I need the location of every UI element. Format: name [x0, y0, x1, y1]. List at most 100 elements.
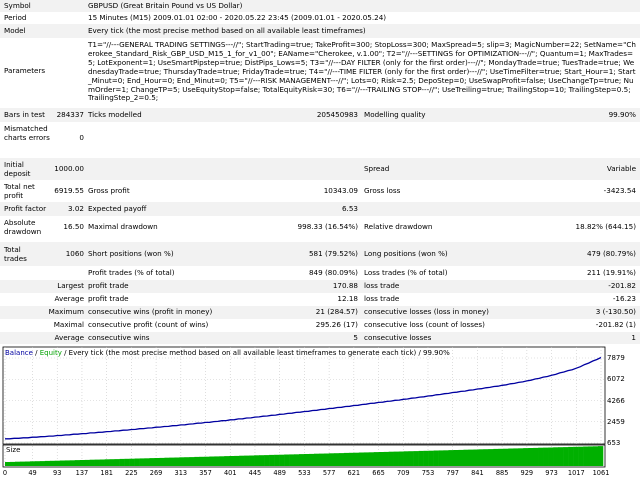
- average-profit-value: 12.18: [337, 294, 358, 303]
- maxwins-label: consecutive wins (profit in money): [88, 307, 213, 316]
- short-label: Short positions (won %): [88, 249, 174, 258]
- maxloss-value: -201.82 (1): [595, 320, 636, 329]
- maxloss-label: consecutive loss (count of losses): [364, 320, 485, 329]
- y-tick-label: 6072: [607, 375, 625, 384]
- symbol-label: Symbol: [4, 1, 31, 10]
- row-deposit: Initial deposit 1000.00 Spread Variable: [0, 158, 640, 180]
- reldd-label: Relative drawdown: [364, 222, 433, 231]
- symbol-value: GBPUSD (Great Britain Pound vs US Dollar…: [88, 1, 243, 10]
- payoff-value: 6.53: [341, 204, 358, 213]
- row-largest: Largest profit trade 170.88 loss trade -…: [0, 280, 640, 293]
- model-value: Every tick (the most precise method base…: [88, 26, 366, 35]
- row-mismatched: Mismatched charts errors 0: [0, 122, 640, 154]
- average-profit-label: profit trade: [88, 294, 129, 303]
- spread-label: Spread: [364, 164, 390, 173]
- avgwins-label: consecutive wins: [88, 333, 150, 342]
- largest-label: Largest: [57, 281, 84, 290]
- netprofit-label: Total net profit: [4, 182, 35, 200]
- average-loss-label: loss trade: [364, 294, 400, 303]
- row-symbol: Symbol GBPUSD (Great Britain Pound vs US…: [0, 0, 640, 12]
- largest-loss-label: loss trade: [364, 281, 400, 290]
- grossprofit-label: Gross profit: [88, 186, 130, 195]
- row-proftrades: Profit trades (% of total) 849 (80.09%) …: [0, 266, 640, 280]
- parameters-value: T1="//---GENERAL TRADING SETTINGS---//";…: [88, 40, 636, 103]
- row-trades: Total trades 1060 Short positions (won %…: [0, 242, 640, 266]
- trades-label: Total trades: [4, 245, 27, 263]
- maxprofit-value: 295.26 (17): [315, 320, 358, 329]
- ticks-value: 205450983: [316, 110, 358, 119]
- row-model: Model Every tick (the most precise metho…: [0, 24, 640, 38]
- bars-label: Bars in test: [4, 110, 45, 119]
- average2-label: Average: [54, 333, 84, 342]
- legend-sep: /: [32, 349, 40, 357]
- grossloss-value: -3423.54: [603, 186, 636, 195]
- row-netprofit: Total net profit 6919.55 Gross profit 10…: [0, 180, 640, 202]
- y-tick-label: 2459: [607, 417, 625, 426]
- ticks-label: Ticks modelled: [88, 110, 142, 119]
- grossloss-label: Gross loss: [364, 186, 401, 195]
- netprofit-value: 6919.55: [54, 186, 84, 195]
- maxwins-value: 21 (284.57): [315, 307, 358, 316]
- row-maximum: Maximum consecutive wins (profit in mone…: [0, 306, 640, 319]
- deposit-label: Initial deposit: [4, 160, 31, 178]
- maxdd-value: 998.33 (16.54%): [297, 222, 358, 231]
- y-tick-label: 4266: [607, 396, 625, 405]
- average-loss-value: -16.23: [612, 294, 636, 303]
- legend-equity: Equity: [39, 349, 62, 357]
- avglosses-value: 1: [631, 333, 636, 342]
- proftrades-label: Profit trades (% of total): [88, 268, 175, 277]
- maximum-label: Maximum: [48, 307, 84, 316]
- mismatched-value: 0: [79, 133, 84, 142]
- maxprofit-label: consecutive profit (count of wins): [88, 320, 209, 329]
- maxlosses-value: 3 (-130.50): [595, 307, 636, 316]
- grossprofit-value: 10343.09: [323, 186, 358, 195]
- row-bars: Bars in test 284337 Ticks modelled 20545…: [0, 108, 640, 122]
- largest-profit-value: 170.88: [332, 281, 358, 290]
- bars-value: 284337: [56, 110, 84, 119]
- largest-profit-label: profit trade: [88, 281, 129, 290]
- average-label: Average: [54, 294, 84, 303]
- model-label: Model: [4, 26, 26, 35]
- y-tick-label: 653: [607, 439, 621, 447]
- maxdd-label: Maximal drawdown: [88, 222, 158, 231]
- largest-loss-value: -201.82: [608, 281, 636, 290]
- legend-rest: / Every tick (the most precise method ba…: [61, 349, 450, 357]
- absdd-value: 16.50: [63, 222, 84, 231]
- payoff-label: Expected payoff: [88, 204, 147, 213]
- period-value: 15 Minutes (M15) 2009.01.01 02:00 - 2020…: [88, 13, 387, 22]
- row-period: Period 15 Minutes (M15) 2009.01.01 02:00…: [0, 12, 640, 24]
- period-label: Period: [4, 13, 27, 22]
- pf-value: 3.02: [67, 204, 84, 213]
- avglosses-label: consecutive losses: [364, 333, 432, 342]
- row-maximal: Maximal consecutive profit (count of win…: [0, 319, 640, 332]
- y-tick-label: 7879: [607, 354, 625, 362]
- maxlosses-label: consecutive losses (loss in money): [364, 307, 489, 316]
- row-average-consecutive: Average consecutive wins 5 consecutive l…: [0, 332, 640, 344]
- row-average: Average profit trade 12.18 loss trade -1…: [0, 293, 640, 306]
- avgwins-value: 5: [353, 333, 358, 342]
- trades-value: 1060: [65, 249, 84, 258]
- long-value: 479 (80.79%): [586, 249, 636, 258]
- size-label: Size: [6, 446, 21, 454]
- quality-label: Modelling quality: [364, 110, 426, 119]
- report-table: Symbol GBPUSD (Great Britain Pound vs US…: [0, 0, 640, 344]
- spread-value: Variable: [606, 164, 636, 173]
- losstrades-label: Loss trades (% of total): [364, 268, 448, 277]
- deposit-value: 1000.00: [54, 164, 84, 173]
- proftrades-value: 849 (80.09%): [308, 268, 358, 277]
- row-drawdown: Absolute drawdown 16.50 Maximal drawdown…: [0, 216, 640, 238]
- x-tick-label: 1061: [592, 469, 610, 477]
- quality-value: 99.90%: [608, 110, 636, 119]
- absdd-label: Absolute drawdown: [4, 218, 42, 236]
- mismatched-label: Mismatched charts errors: [4, 124, 50, 142]
- maximal-label: Maximal: [53, 320, 84, 329]
- losstrades-value: 211 (19.91%): [586, 268, 636, 277]
- chart-legend: Balance / Equity / Every tick (the most …: [5, 349, 450, 357]
- pf-label: Profit factor: [4, 204, 47, 213]
- parameters-label: Parameters: [4, 66, 46, 75]
- balance-chart: [0, 346, 640, 480]
- reldd-value: 18.82% (644.15): [575, 222, 636, 231]
- legend-balance: Balance: [5, 349, 33, 357]
- long-label: Long positions (won %): [364, 249, 448, 258]
- row-profitfactor: Profit factor 3.02 Expected payoff 6.53: [0, 202, 640, 216]
